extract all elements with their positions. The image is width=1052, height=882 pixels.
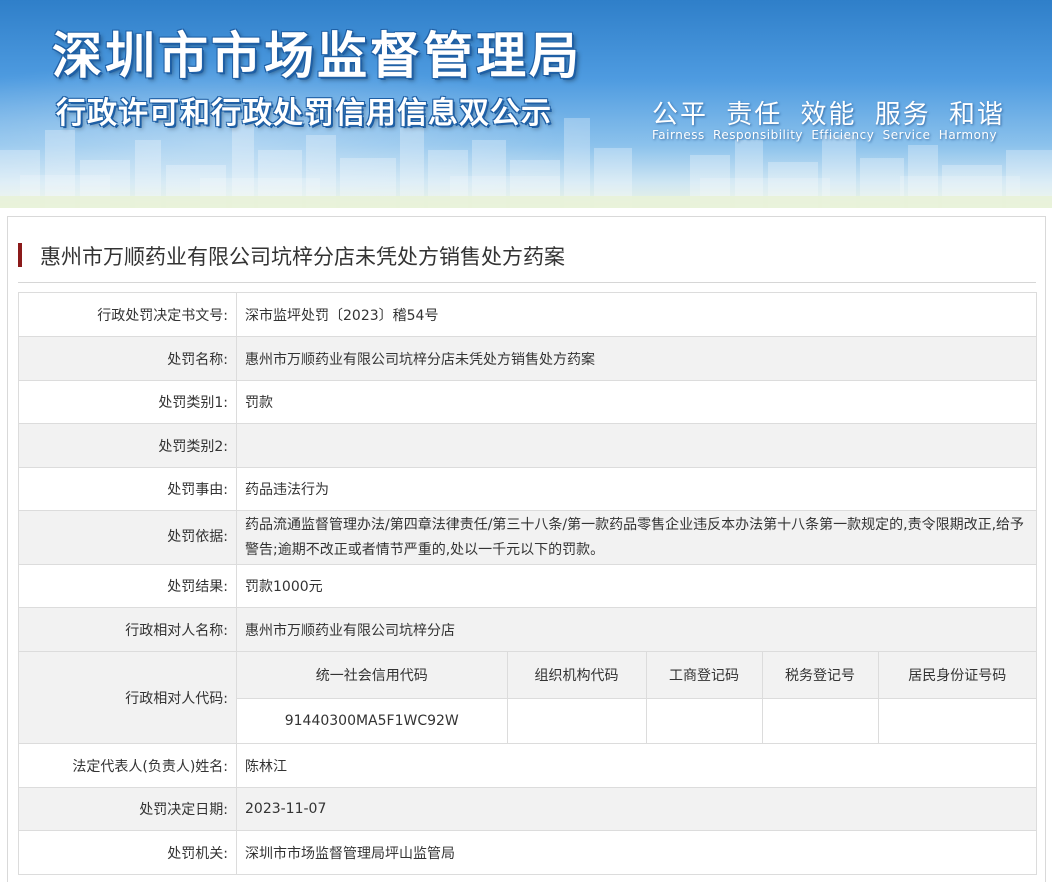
banner-values-en: Fairness Responsibility Efficiency Servi… — [652, 128, 998, 142]
codes-value — [761, 697, 879, 743]
row-value: 药品违法行为 — [236, 467, 1037, 511]
banner-title: 深圳市市场监督管理局 — [52, 27, 582, 85]
row-label: 处罚类别2: — [18, 423, 237, 468]
codes-header: 居民身份证号码 — [877, 652, 1036, 699]
page-title-bar: 惠州市万顺药业有限公司坑梓分店未凭处方销售处方药案 — [18, 239, 1036, 283]
row-label: 法定代表人(负责人)姓名: — [18, 743, 237, 788]
table-row: 行政处罚决定书文号: 深市监坪处罚〔2023〕稽54号 — [18, 292, 1037, 337]
table-row-codes: 行政相对人代码: 统一社会信用代码 组织机构代码 工商登记码 税务登记号 居民身… — [18, 651, 1037, 744]
row-label: 处罚机关: — [18, 830, 237, 875]
codes-header: 组织机构代码 — [506, 652, 647, 699]
row-label: 处罚决定日期: — [18, 787, 237, 831]
header-banner: 深圳市市场监督管理局 行政许可和行政处罚信用信息双公示 公平 责任 效能 服务 … — [0, 0, 1052, 208]
row-value: 罚款 — [236, 380, 1037, 424]
row-label: 行政相对人名称: — [18, 607, 237, 652]
table-row: 法定代表人(负责人)姓名: 陈林江 — [18, 743, 1037, 788]
table-row: 处罚名称: 惠州市万顺药业有限公司坑梓分店未凭处方销售处方药案 — [18, 336, 1037, 381]
row-label: 处罚名称: — [18, 336, 237, 381]
row-value: 药品流通监督管理办法/第四章法律责任/第三十八条/第一款药品零售企业违反本办法第… — [236, 510, 1037, 565]
codes-header-row: 统一社会信用代码 组织机构代码 工商登记码 税务登记号 居民身份证号码 — [237, 652, 1036, 699]
banner-values-cn: 公平 责任 效能 服务 和谐 — [652, 100, 1006, 130]
codes-value — [877, 697, 1036, 743]
codes-value: 91440300MA5F1WC92W — [237, 697, 508, 743]
title-accent-bar — [18, 243, 22, 267]
row-value: 罚款1000元 — [236, 564, 1037, 608]
table-row: 处罚类别1: 罚款 — [18, 380, 1037, 424]
codes-header: 统一社会信用代码 — [237, 652, 508, 699]
row-value: 深市监坪处罚〔2023〕稽54号 — [236, 292, 1037, 337]
table-row: 处罚结果: 罚款1000元 — [18, 564, 1037, 608]
row-label: 行政相对人代码: — [18, 651, 237, 744]
row-value: 惠州市万顺药业有限公司坑梓分店 — [236, 607, 1037, 652]
row-value: 惠州市万顺药业有限公司坑梓分店未凭处方销售处方药案 — [236, 336, 1037, 381]
row-label: 行政处罚决定书文号: — [18, 292, 237, 337]
codes-value — [506, 697, 647, 743]
row-label: 处罚事由: — [18, 467, 237, 511]
row-value — [236, 423, 1037, 468]
row-label: 处罚依据: — [18, 510, 237, 565]
codes-header: 工商登记码 — [645, 652, 763, 699]
codes-header: 税务登记号 — [761, 652, 879, 699]
table-row: 处罚机关: 深圳市市场监督管理局坪山监管局 — [18, 830, 1037, 875]
row-label: 处罚结果: — [18, 564, 237, 608]
content-panel: 惠州市万顺药业有限公司坑梓分店未凭处方销售处方药案 行政处罚决定书文号: 深市监… — [7, 216, 1046, 882]
table-row: 处罚类别2: — [18, 423, 1037, 468]
page-title: 惠州市万顺药业有限公司坑梓分店未凭处方销售处方药案 — [40, 245, 565, 269]
codes-value-row: 91440300MA5F1WC92W — [237, 697, 1036, 743]
banner-subtitle: 行政许可和行政处罚信用信息双公示 — [56, 96, 552, 131]
codes-value — [645, 697, 763, 743]
penalty-details-table: 行政处罚决定书文号: 深市监坪处罚〔2023〕稽54号 处罚名称: 惠州市万顺药… — [18, 292, 1037, 875]
table-row: 行政相对人名称: 惠州市万顺药业有限公司坑梓分店 — [18, 607, 1037, 652]
row-label: 处罚类别1: — [18, 380, 237, 424]
table-row: 处罚决定日期: 2023-11-07 — [18, 787, 1037, 831]
row-value: 陈林江 — [236, 743, 1037, 788]
identity-codes-table: 统一社会信用代码 组织机构代码 工商登记码 税务登记号 居民身份证号码 9144… — [237, 652, 1036, 743]
codes-cell: 统一社会信用代码 组织机构代码 工商登记码 税务登记号 居民身份证号码 9144… — [236, 651, 1037, 744]
row-value: 深圳市市场监督管理局坪山监管局 — [236, 830, 1037, 875]
row-value: 2023-11-07 — [236, 787, 1037, 831]
table-row: 处罚依据: 药品流通监督管理办法/第四章法律责任/第三十八条/第一款药品零售企业… — [18, 510, 1037, 565]
table-row: 处罚事由: 药品违法行为 — [18, 467, 1037, 511]
